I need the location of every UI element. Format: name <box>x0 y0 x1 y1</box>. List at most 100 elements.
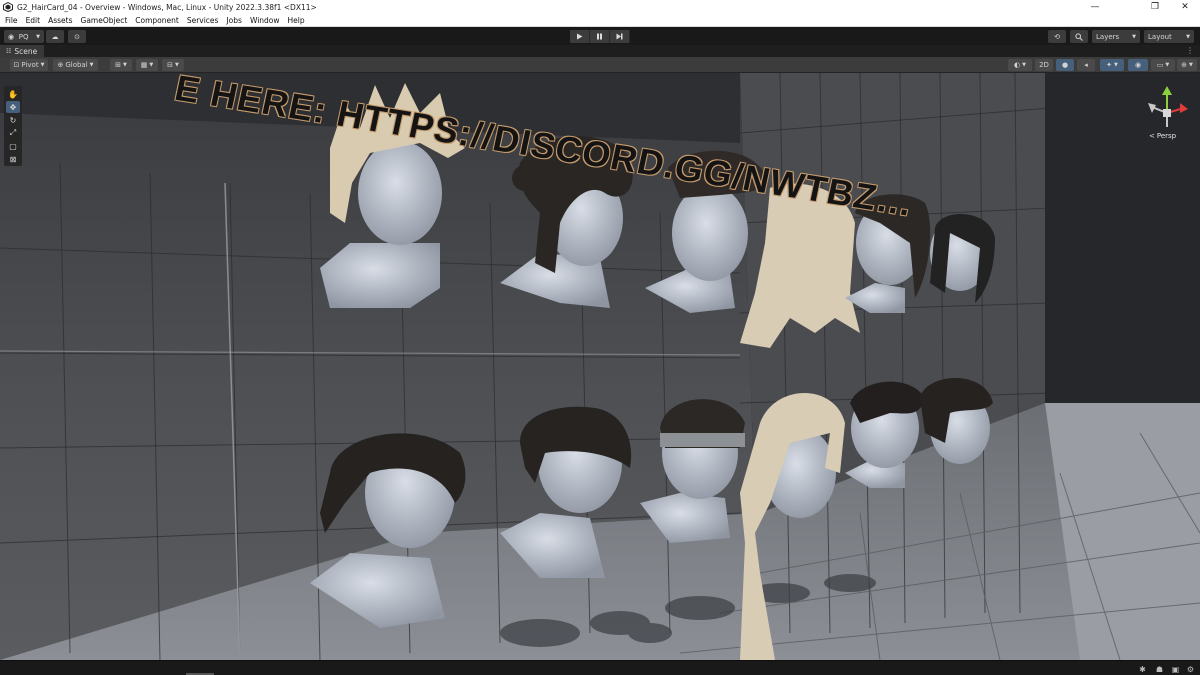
menu-help[interactable]: Help <box>284 16 309 25</box>
move-tool-button[interactable]: ✥ <box>6 101 20 113</box>
layout-icon: ▭ <box>1156 61 1164 69</box>
cloud-button[interactable]: ☁ <box>46 30 64 43</box>
console-icon[interactable]: ▣ <box>1170 664 1181 674</box>
chevron-down-icon: ▼ <box>1022 62 1026 68</box>
status-bar: ✱ ☗ ▣ ⚙ <box>0 660 1200 675</box>
audio-icon: ◂ <box>1084 61 1088 69</box>
layout-dropdown[interactable]: Layout ▼ <box>1144 30 1194 43</box>
rotate-icon: ↻ <box>9 115 17 125</box>
snap-icon: ⊞ <box>115 61 121 69</box>
chevron-down-icon: ▼ <box>1132 33 1136 40</box>
collab-icon: ⊙ <box>74 32 80 41</box>
history-button[interactable]: ⟲ <box>1048 30 1066 43</box>
rect-tool-button[interactable]: ▢ <box>6 140 20 152</box>
chevron-down-icon: ▼ <box>1114 62 1118 68</box>
pause-button[interactable] <box>590 30 610 43</box>
search-icon <box>1075 32 1083 41</box>
pivot-label: Pivot <box>21 61 39 69</box>
snap-dropdown[interactable]: ⊞ ▼ <box>110 59 132 71</box>
scene-grid-icon: ☷ <box>6 47 12 55</box>
chevron-down-icon: ▼ <box>40 62 45 68</box>
settings-icon[interactable]: ⚙ <box>1185 664 1196 674</box>
menu-bar: File Edit Assets GameObject Component Se… <box>0 14 1200 27</box>
rotate-tool-button[interactable]: ↻ <box>6 114 20 126</box>
projection-label[interactable]: < Persp <box>1149 132 1176 140</box>
search-button[interactable] <box>1070 30 1088 43</box>
tool-settings-dropdown[interactable]: ▭ ▼ <box>1151 59 1175 71</box>
rect-icon: ▢ <box>9 141 17 151</box>
chevron-down-icon: ▼ <box>36 33 40 40</box>
layers-dropdown[interactable]: Layers ▼ <box>1092 30 1140 43</box>
global-label: Global <box>65 61 88 69</box>
light-bulb-icon: ● <box>1061 61 1069 69</box>
increment-snap-dropdown[interactable]: ⊟ ▼ <box>162 59 184 71</box>
pause-icon <box>597 33 602 40</box>
toggle-2d-button[interactable]: 2D <box>1035 59 1053 71</box>
chevron-down-icon: ▼ <box>89 62 94 68</box>
chevron-down-icon: ▼ <box>123 62 127 68</box>
tab-scene[interactable]: ☷ Scene <box>0 45 44 57</box>
globe-icon: ⊕ <box>57 61 64 69</box>
title-bar: G2_HairCard_04 - Overview - Windows, Mac… <box>0 0 1200 14</box>
chevron-down-icon: ▼ <box>175 62 179 68</box>
play-icon <box>577 33 583 40</box>
account-dropdown[interactable]: ◉ PQ ▼ <box>4 30 44 43</box>
maximize-button[interactable]: ❐ <box>1140 0 1170 14</box>
gizmo-icon: ⊕ <box>1181 61 1187 69</box>
menu-file[interactable]: File <box>0 16 22 25</box>
grid-snap-dropdown[interactable]: ▦ ▼ <box>136 59 158 71</box>
draw-mode-dropdown[interactable]: ◐ ▼ <box>1008 59 1032 71</box>
increment-snap-icon: ⊟ <box>167 61 173 69</box>
history-icon: ⟲ <box>1054 32 1060 41</box>
step-icon <box>616 33 623 40</box>
play-button[interactable] <box>570 30 590 43</box>
grid-snap-icon: ▦ <box>140 61 148 69</box>
menu-assets[interactable]: Assets <box>44 16 76 25</box>
debug-icon[interactable]: ✱ <box>1137 664 1148 674</box>
menu-jobs[interactable]: Jobs <box>222 16 245 25</box>
menu-gameobject[interactable]: GameObject <box>77 16 132 25</box>
layout-label: Layout <box>1148 32 1172 41</box>
tab-menu-icon[interactable]: ⋮ <box>1186 46 1194 55</box>
menu-edit[interactable]: Edit <box>22 16 45 25</box>
chevron-down-icon: ▼ <box>1189 62 1193 68</box>
eye-icon: ◉ <box>1134 61 1142 69</box>
menu-component[interactable]: Component <box>131 16 183 25</box>
pivot-icon: ⊡ <box>13 61 20 69</box>
close-button[interactable]: ✕ <box>1170 0 1200 14</box>
step-button[interactable] <box>610 30 630 43</box>
mode-2d-label: 2D <box>1039 61 1049 69</box>
pivot-toggle[interactable]: ⊡ Pivot ▼ <box>10 59 48 71</box>
account-label: PQ <box>18 32 29 41</box>
account-icon: ◉ <box>8 32 15 41</box>
transform-icon: ⊠ <box>9 154 17 164</box>
audio-toggle[interactable]: ◂ <box>1077 59 1095 71</box>
menu-window[interactable]: Window <box>246 16 284 25</box>
lighting-toggle[interactable]: ● <box>1056 59 1074 71</box>
global-toggle[interactable]: ⊕ Global ▼ <box>53 59 98 71</box>
shading-icon: ◐ <box>1014 61 1021 69</box>
gizmos-dropdown[interactable]: ⊕ ▼ <box>1177 59 1197 71</box>
unity-logo-icon <box>3 1 13 13</box>
scene-toolbar: ⊡ Pivot ▼ ⊕ Global ▼ ⊞ ▼ ▦ ▼ ⊟ ▼ ◐ ▼ 2D ● ◂ … <box>0 57 1200 73</box>
bug-icon[interactable]: ☗ <box>1154 664 1165 674</box>
minimize-button[interactable]: — <box>1080 0 1110 14</box>
hand-tool-button[interactable]: ✋ <box>6 88 20 100</box>
main-toolbar: ◉ PQ ▼ ☁ ⊙ ⟲ Layers ▼ Layout ▼ <box>0 27 1200 45</box>
window-title: G2_HairCard_04 - Overview - Windows, Mac… <box>17 2 317 12</box>
tab-strip: ☷ Scene ⋮ <box>0 45 1200 57</box>
chevron-down-icon: ▼ <box>1186 33 1190 40</box>
chevron-down-icon: ▼ <box>1165 62 1170 68</box>
transform-tool-button[interactable]: ⊠ <box>6 153 20 165</box>
effects-dropdown[interactable]: ✦ ▼ <box>1100 59 1124 71</box>
cloud-icon: ☁ <box>51 32 59 41</box>
scene-visibility-toggle[interactable]: ◉ <box>1128 59 1148 71</box>
scale-icon: ⤢ <box>9 128 17 137</box>
menu-services[interactable]: Services <box>183 16 223 25</box>
effects-icon: ✦ <box>1106 61 1112 69</box>
collab-button[interactable]: ⊙ <box>68 30 86 43</box>
scale-tool-button[interactable]: ⤢ <box>6 127 20 139</box>
scene-viewport[interactable]: E HERE: HTTPS://DISCORD.GG/NWTBZ… ✋ ✥ ↻ … <box>0 73 1200 660</box>
camera-mode-label: Persp <box>1156 132 1177 140</box>
tab-scene-label: Scene <box>14 46 38 56</box>
